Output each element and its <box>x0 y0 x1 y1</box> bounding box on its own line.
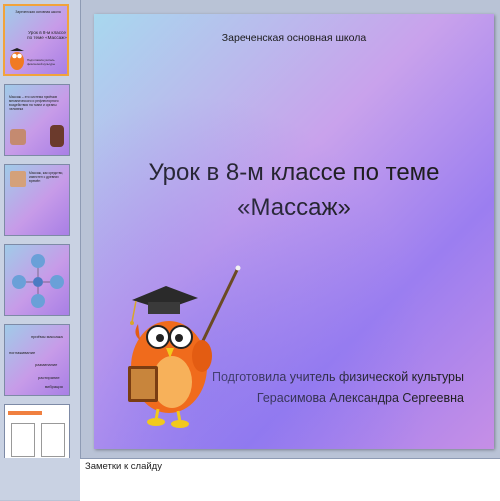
thumb-title: Урок в 8-м классе по теме «Массаж» <box>27 30 67 40</box>
author-line1: Подготовила учитель физической культуры <box>212 370 464 384</box>
slide-title-line2: «Массаж» <box>237 194 351 221</box>
slide-thumbnail-4[interactable] <box>4 244 70 316</box>
thumb-figure <box>11 423 35 457</box>
author-line2: Герасимова Александра Сергеевна <box>256 391 464 405</box>
thumb-text-block: Массаж – это система приёмов механическо… <box>9 95 59 111</box>
thumb-label: вибрация <box>45 384 63 389</box>
slide-thumbnail-1[interactable]: Зареченская основная школа Урок в 8-м кл… <box>3 4 69 76</box>
thumb-photo <box>10 171 26 187</box>
slide-title-line1: Урок в 8-м классе по теме <box>148 159 440 186</box>
thumb-label: поглаживание <box>9 350 36 355</box>
slide-thumbnail-panel[interactable]: Зареченская основная школа Урок в 8-м кл… <box>0 0 81 458</box>
thumb-label: разминание <box>35 362 58 367</box>
notes-label: Заметки к слайду <box>85 461 162 472</box>
thumb-label: растирание <box>38 375 60 380</box>
slide-canvas[interactable]: Зареченская основная школа Урок в 8-м кл… <box>94 14 494 449</box>
thumb-author: Подготовила учитель физической культуры <box>27 58 55 66</box>
owl-icon <box>10 48 24 70</box>
slide-thumbnail-3[interactable]: Массаж, как средство, известен с древних… <box>4 164 70 236</box>
school-name: Зареченская основная школа <box>221 32 367 44</box>
thumb-photo <box>10 129 26 145</box>
thumb-heading <box>8 411 42 415</box>
notes-left-panel <box>0 458 80 500</box>
slide-thumbnail-6[interactable] <box>4 404 70 458</box>
thumb-diagram <box>12 254 64 308</box>
thumb-text-block: Массаж, как средство, известен с древних… <box>29 171 64 183</box>
slide-thumbnail-5[interactable]: приёмы массажа поглаживание разминание р… <box>4 324 70 396</box>
notes-pane[interactable]: Заметки к слайду <box>80 458 500 501</box>
slide-thumbnail-2[interactable]: Массаж – это система приёмов механическо… <box>4 84 70 156</box>
thumb-photo <box>50 125 64 147</box>
thumb-school: Зареченская основная школа <box>15 10 61 14</box>
owl-teacher-icon <box>128 265 241 428</box>
thumb-label: приёмы массажа <box>31 334 63 339</box>
thumb-figure <box>41 423 65 457</box>
